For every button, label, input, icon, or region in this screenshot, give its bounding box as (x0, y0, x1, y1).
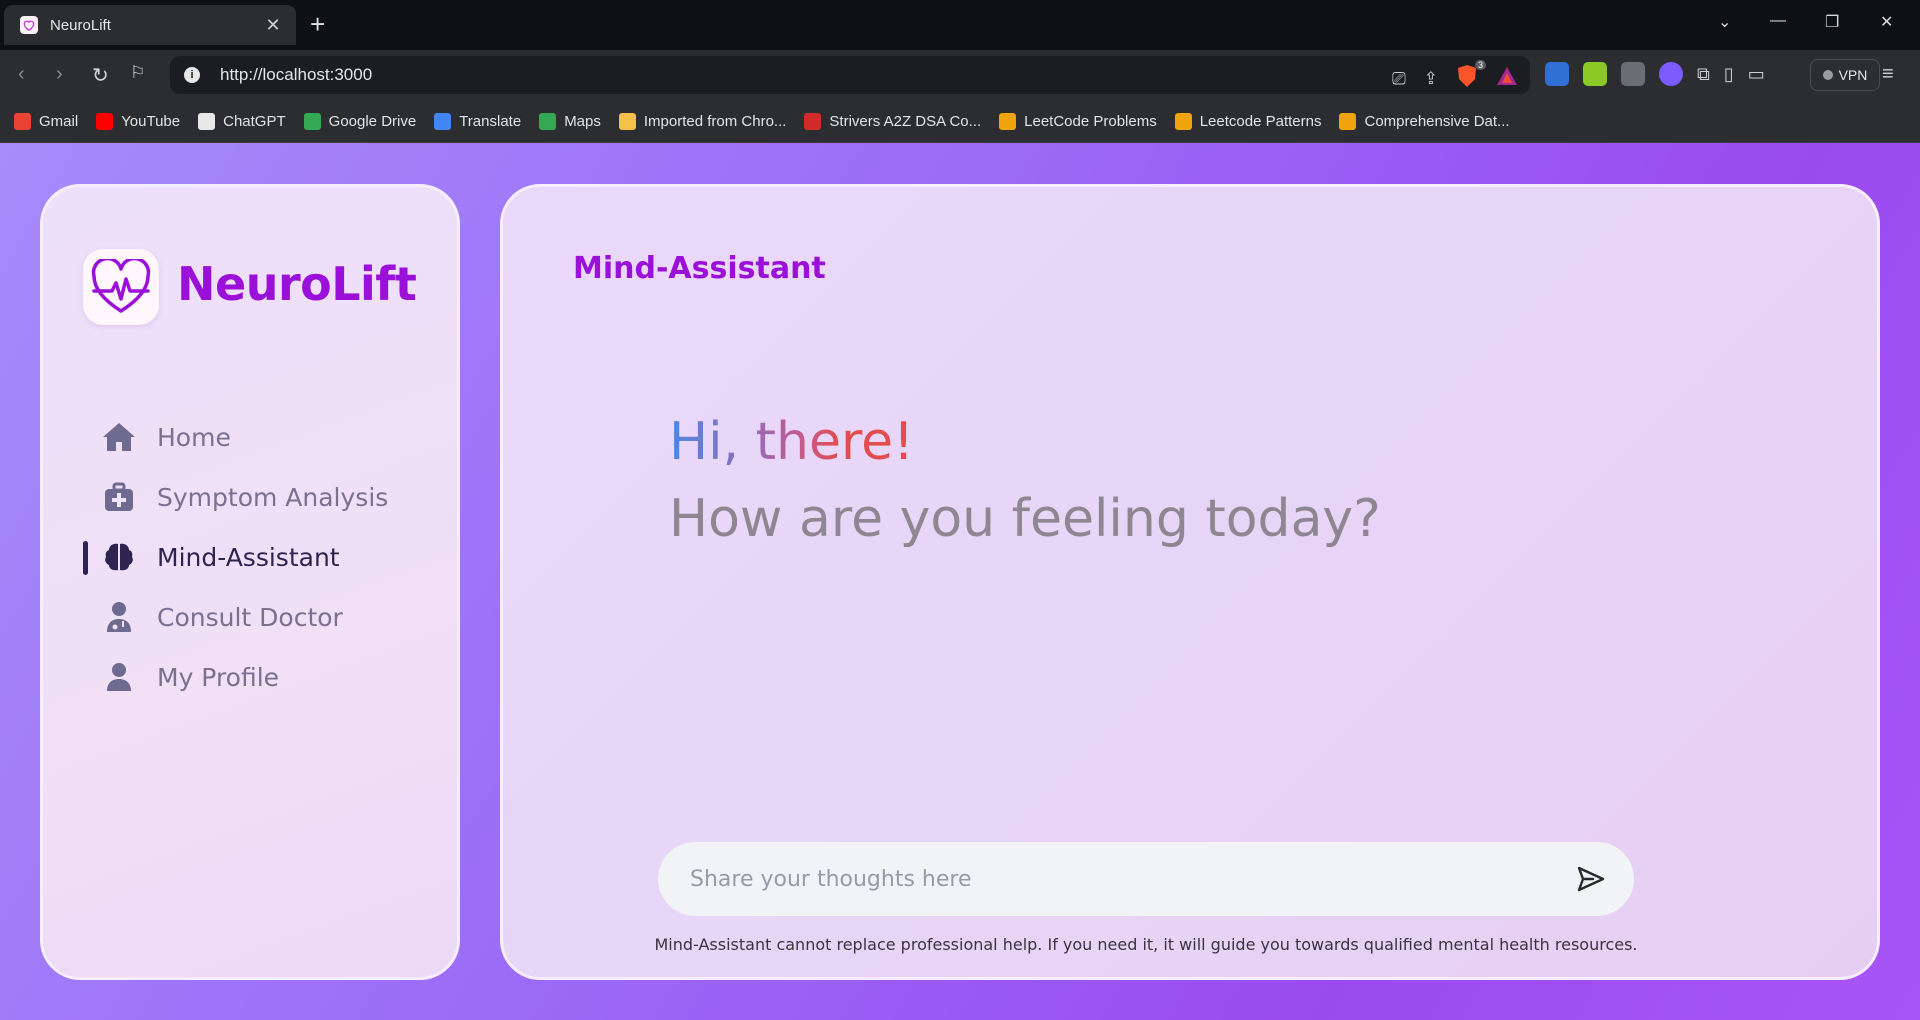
heart-pulse-icon (91, 259, 151, 313)
folder-icon (618, 112, 636, 130)
youtube-icon (96, 112, 114, 130)
browser-tab-bar: NeuroLift ✕ + ⌄ — ❐ ✕ (0, 0, 1920, 50)
restore-icon[interactable]: ❐ (1825, 12, 1839, 32)
extension-icon[interactable] (1621, 62, 1645, 86)
vpn-label: VPN (1838, 67, 1868, 83)
cast-icon[interactable]: ⎚ (1392, 69, 1406, 89)
extensions-puzzle-icon[interactable]: ⧉ (1697, 64, 1710, 85)
brain-icon (101, 539, 137, 575)
bookmark-label: YouTube (121, 112, 181, 130)
bookmark-label: Comprehensive Dat... (1364, 112, 1510, 130)
leetcode-icon (999, 112, 1017, 130)
menu-icon[interactable]: ≡ (1882, 63, 1894, 86)
sidebar-item-symptom-analysis[interactable]: Symptom Analysis (83, 467, 423, 527)
greeting-text: Hi, there! (669, 412, 915, 472)
vpn-status-icon (1822, 70, 1833, 80)
disclaimer-text: Mind-Assistant cannot replace profession… (654, 935, 1638, 954)
bookmark-item[interactable]: ChatGPT (198, 112, 286, 130)
brave-badge: 3 (1474, 60, 1486, 70)
bookmark-item[interactable]: Comprehensive Dat... (1339, 112, 1510, 130)
bookmark-item[interactable]: Imported from Chro... (618, 112, 787, 130)
sidebar-toggle-icon[interactable]: ▯ (1724, 64, 1734, 85)
app-background: NeuroLift Home Symptom Analysis Mind-Ass… (0, 143, 1920, 1020)
page-title: Mind-Assistant (573, 251, 826, 286)
back-icon[interactable]: ‹ (18, 63, 25, 86)
heart-pulse-favicon-icon (20, 16, 38, 34)
translate-icon (434, 112, 452, 130)
bookmark-item[interactable]: Translate (434, 112, 522, 130)
share-icon[interactable]: ⇪ (1424, 69, 1438, 89)
bookmark-item[interactable]: Google Drive (303, 112, 417, 130)
sidebar-item-label: Mind-Assistant (157, 542, 340, 572)
tuf-icon (804, 112, 822, 130)
home-icon (101, 419, 137, 455)
extension-icon[interactable] (1659, 62, 1683, 86)
sidebar-nav: Home Symptom Analysis Mind-Assistant Con… (83, 407, 423, 707)
bookmark-label: Translate (459, 112, 522, 130)
minimize-icon[interactable]: — (1770, 12, 1786, 30)
sidebar-item-label: My Profile (157, 662, 280, 692)
drive-icon (303, 112, 321, 130)
brave-shields-icon[interactable]: 3 (1456, 60, 1486, 93)
bookmark-label: ChatGPT (223, 112, 286, 130)
bookmark-label: LeetCode Problems (1024, 112, 1157, 130)
bookmark-label: Maps (564, 112, 601, 130)
reload-icon[interactable]: ↻ (92, 63, 109, 88)
bookmark-item[interactable]: Strivers A2Z DSA Co... (804, 112, 982, 130)
forward-icon[interactable]: › (56, 63, 63, 86)
chat-input-container (658, 842, 1634, 916)
maps-icon (539, 112, 557, 130)
address-bar[interactable]: i http://localhost:3000 ⎚ ⇪ 3 (170, 56, 1530, 94)
bookmark-label: Strivers A2Z DSA Co... (829, 112, 982, 130)
logo[interactable] (83, 249, 159, 325)
url-text: http://localhost:3000 (220, 65, 373, 84)
browser-tab[interactable]: NeuroLift ✕ (4, 5, 296, 45)
browser-toolbar: ‹ › ↻ ⚐ i http://localhost:3000 ⎚ ⇪ 3 ⧉ … (0, 50, 1920, 100)
brand-name: NeuroLift (177, 257, 417, 311)
close-window-icon[interactable]: ✕ (1880, 12, 1893, 32)
tab-title: NeuroLift (50, 16, 111, 34)
vpn-button[interactable]: VPN (1810, 59, 1880, 91)
bookmark-item[interactable]: Gmail (14, 112, 79, 130)
site-info-icon[interactable]: i (184, 67, 200, 83)
prompt-question: How are you feeling today? (669, 489, 1381, 549)
medkit-icon (101, 479, 137, 515)
user-icon (101, 659, 137, 695)
bookmark-item[interactable]: LeetCode Problems (999, 112, 1157, 130)
doctor-icon (101, 599, 137, 635)
new-tab-button[interactable]: + (310, 10, 325, 38)
sidebar: NeuroLift Home Symptom Analysis Mind-Ass… (40, 184, 460, 980)
leetcode-icon (1339, 112, 1357, 130)
bookmark-label: Google Drive (328, 112, 417, 130)
sidebar-item-consult-doctor[interactable]: Consult Doctor (83, 587, 423, 647)
bookmark-label: Imported from Chro... (643, 112, 787, 130)
bookmark-item[interactable]: YouTube (96, 112, 181, 130)
sidebar-item-label: Consult Doctor (157, 602, 343, 632)
chat-input[interactable] (690, 866, 1574, 892)
bookmark-item[interactable]: Leetcode Patterns (1174, 112, 1322, 130)
bookmark-icon[interactable]: ⚐ (130, 63, 145, 83)
leetcode-icon (1174, 112, 1192, 130)
brave-rewards-icon[interactable] (1496, 66, 1518, 91)
active-indicator (83, 541, 88, 575)
sidebar-item-my-profile[interactable]: My Profile (83, 647, 423, 707)
tab-close-icon[interactable]: ✕ (262, 15, 284, 36)
bookmark-item[interactable]: Maps (539, 112, 601, 130)
bookmark-label: Leetcode Patterns (1199, 112, 1322, 130)
send-icon[interactable] (1574, 862, 1608, 896)
wallet-icon[interactable]: ▭ (1748, 64, 1765, 85)
extension-icon[interactable] (1583, 62, 1607, 86)
gmail-icon (14, 112, 31, 130)
sidebar-item-label: Home (157, 422, 231, 452)
chat-panel: Mind-Assistant Hi, there! How are you fe… (500, 184, 1880, 980)
sidebar-item-mind-assistant[interactable]: Mind-Assistant (83, 527, 423, 587)
chatgpt-icon (198, 112, 216, 130)
bookmarks-bar: Gmail YouTube ChatGPT Google Drive Translate… (0, 100, 1920, 143)
bookmark-label: Gmail (39, 112, 79, 130)
sidebar-item-home[interactable]: Home (83, 407, 423, 467)
tab-search-icon[interactable]: ⌄ (1718, 12, 1731, 32)
extension-icon[interactable] (1545, 62, 1569, 86)
sidebar-item-label: Symptom Analysis (157, 482, 389, 512)
